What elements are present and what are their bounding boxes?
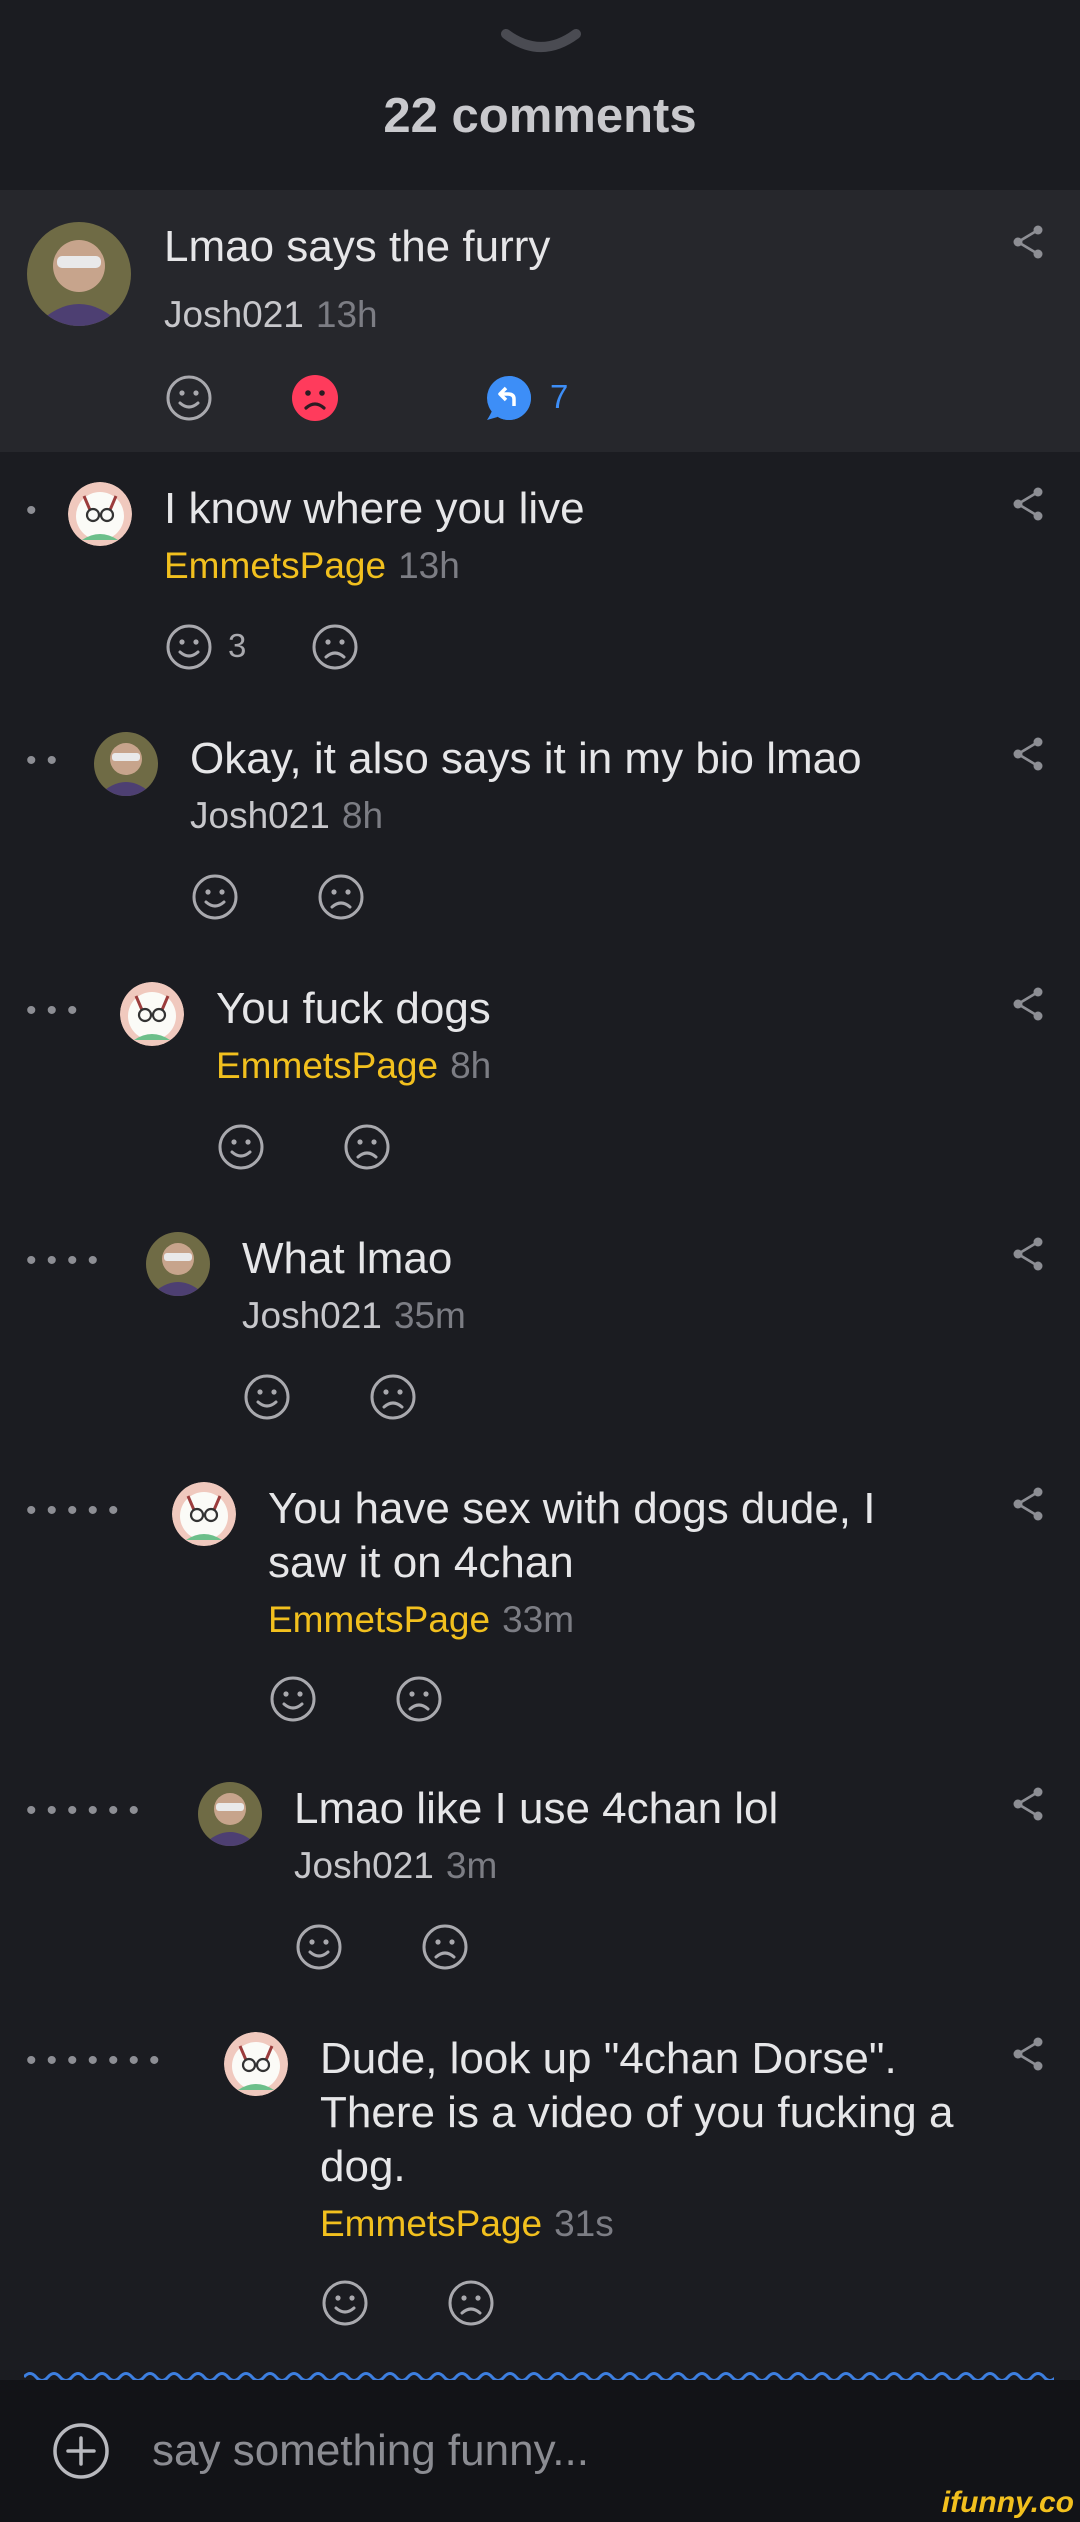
smile-icon[interactable]: [164, 373, 214, 423]
add-icon[interactable]: [52, 2422, 110, 2480]
unsmile-icon[interactable]: [446, 2278, 496, 2328]
comment-actions: 7: [164, 373, 584, 427]
share-icon[interactable]: [1010, 486, 1046, 522]
thread-depth-dots: ••••••: [26, 1794, 150, 1827]
timestamp: 13h: [398, 545, 460, 586]
comment-meta: Josh021 35m: [242, 1294, 466, 1338]
username[interactable]: EmmetsPage: [216, 1045, 438, 1086]
comment-meta: EmmetsPage 8h: [216, 1044, 491, 1088]
comment-meta: EmmetsPage 13h: [164, 544, 460, 588]
smile-icon[interactable]: [190, 872, 240, 922]
comment-text: What lmao: [242, 1234, 453, 1283]
comment-meta: Josh021 8h: [190, 794, 383, 838]
unsmile-icon[interactable]: [316, 872, 366, 922]
avatar[interactable]: [120, 982, 184, 1046]
comment-item[interactable]: ••••••• Dude, look up "4chan Dorse". The…: [0, 2002, 1080, 2370]
username[interactable]: Josh021: [294, 1845, 434, 1886]
username[interactable]: Josh021: [242, 1295, 382, 1336]
timestamp: 8h: [341, 795, 384, 836]
comment-text: You have sex with dogs dude, I saw it on…: [268, 1484, 876, 1587]
thread-depth-dots: ••: [26, 744, 68, 777]
share-icon[interactable]: [1010, 1786, 1046, 1822]
watermark: ifunny.co: [941, 2486, 1074, 2519]
reply-icon[interactable]: [484, 373, 534, 423]
unsmile-icon[interactable]: [394, 1674, 444, 1724]
avatar[interactable]: [198, 1782, 262, 1846]
comment-actions: [294, 1922, 514, 1976]
unsmile-icon[interactable]: [420, 1922, 470, 1972]
comment-text: Lmao like I use 4chan lol: [294, 1784, 779, 1833]
comment-actions: [242, 1372, 462, 1426]
username[interactable]: EmmetsPage: [164, 545, 386, 586]
thread-depth-dots: •••••: [26, 1494, 129, 1527]
smile-icon[interactable]: [294, 1922, 344, 1972]
unsmile-icon[interactable]: [310, 622, 360, 672]
avatar[interactable]: [94, 732, 158, 796]
comment-item[interactable]: • I know where you live EmmetsPage 13h 3: [0, 452, 1080, 702]
share-icon[interactable]: [1010, 986, 1046, 1022]
smile-icon[interactable]: [164, 622, 214, 672]
comment-input-bar: say something funny...: [0, 2380, 1080, 2522]
comment-item[interactable]: ••• You fuck dogs EmmetsPage 8h: [0, 952, 1080, 1202]
timestamp: 35m: [393, 1295, 466, 1336]
timestamp: 33m: [502, 1599, 575, 1640]
share-icon[interactable]: [1010, 736, 1046, 772]
comment-item[interactable]: •• Okay, it also says it in my bio lmao …: [0, 702, 1080, 952]
comment-input[interactable]: say something funny...: [152, 2426, 589, 2476]
smile-count: 3: [228, 627, 247, 664]
username[interactable]: Josh021: [164, 294, 304, 335]
comment-item[interactable]: •••••• Lmao like I use 4chan lol Josh021…: [0, 1752, 1080, 2002]
comment-meta: Josh021 3m: [294, 1844, 497, 1888]
comment-item[interactable]: •••• What lmao Josh021 35m: [0, 1202, 1080, 1452]
smile-icon[interactable]: [242, 1372, 292, 1422]
avatar[interactable]: [68, 482, 132, 546]
thread-depth-dots: •••••••: [26, 2044, 170, 2077]
timestamp: 31s: [554, 2203, 614, 2244]
comment-text: Okay, it also says it in my bio lmao: [190, 734, 862, 783]
comment-actions: 3: [164, 622, 384, 676]
comment-text: Lmao says the furry: [164, 222, 551, 271]
comment-actions: [216, 1122, 436, 1176]
username[interactable]: EmmetsPage: [268, 1599, 490, 1640]
username[interactable]: Josh021: [190, 795, 330, 836]
avatar[interactable]: [27, 222, 131, 326]
comments-header: 22 comments: [0, 0, 1080, 190]
comment-meta: Josh021 13h: [164, 293, 378, 337]
timestamp: 13h: [315, 294, 378, 335]
share-icon[interactable]: [1010, 1486, 1046, 1522]
comments-title: 22 comments: [383, 89, 697, 143]
reply-count[interactable]: 7: [550, 378, 568, 416]
unsmile-icon[interactable]: [342, 1122, 392, 1172]
comment-actions: [190, 872, 410, 926]
unsmile-icon[interactable]: [290, 373, 340, 423]
comment-actions: [320, 2278, 540, 2332]
share-icon[interactable]: [1010, 2036, 1046, 2072]
comment-actions: [268, 1674, 488, 1728]
share-icon[interactable]: [1010, 1236, 1046, 1272]
comment-meta: EmmetsPage 31s: [320, 2202, 614, 2246]
share-icon[interactable]: [1010, 224, 1046, 260]
avatar[interactable]: [146, 1232, 210, 1296]
username[interactable]: EmmetsPage: [320, 2203, 542, 2244]
comment-item[interactable]: Lmao says the furry Josh021 13h 7: [0, 190, 1080, 452]
timestamp: 3m: [445, 1845, 498, 1886]
comment-meta: EmmetsPage 33m: [268, 1598, 574, 1642]
thread-depth-dots: •: [26, 494, 47, 527]
unsmile-icon[interactable]: [368, 1372, 418, 1422]
thread-depth-dots: ••••: [26, 1244, 109, 1277]
comment-text: I know where you live: [164, 484, 585, 533]
comment-text: You fuck dogs: [216, 984, 491, 1033]
timestamp: 8h: [450, 1045, 492, 1086]
smile-icon[interactable]: [320, 2278, 370, 2328]
smile-icon[interactable]: [216, 1122, 266, 1172]
avatar[interactable]: [172, 1482, 236, 1546]
thread-depth-dots: •••: [26, 994, 88, 1027]
avatar[interactable]: [224, 2032, 288, 2096]
smile-icon[interactable]: [268, 1674, 318, 1724]
comment-text: Dude, look up "4chan Dorse". There is a …: [320, 2034, 954, 2191]
chevron-down-icon[interactable]: [500, 26, 582, 60]
comment-item[interactable]: ••••• You have sex with dogs dude, I saw…: [0, 1452, 1080, 1752]
